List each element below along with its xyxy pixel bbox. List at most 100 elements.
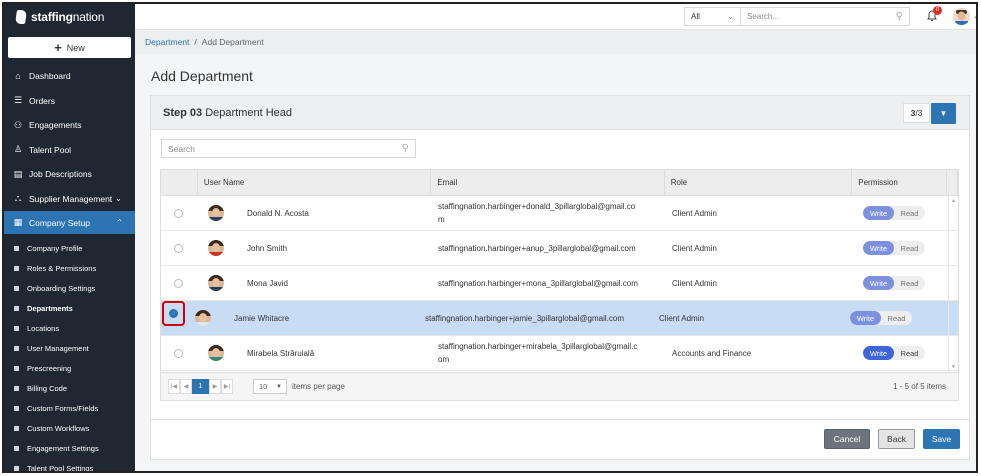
permission-toggle[interactable]: Write Read xyxy=(863,206,925,220)
search-scope-select[interactable]: All ⌄ xyxy=(685,8,741,25)
column-header-user-name[interactable]: User Name xyxy=(198,170,432,195)
permission-toggle[interactable]: Write Read xyxy=(863,276,925,290)
sidebar-item-orders[interactable]: ☰ Orders xyxy=(4,89,135,114)
user-name: Donald N. Acosta xyxy=(247,208,309,218)
next-page-icon[interactable]: ▶ xyxy=(209,379,221,394)
bullet-icon xyxy=(14,325,19,331)
permission-toggle[interactable]: Write Read xyxy=(863,241,925,255)
avatar-face xyxy=(212,243,220,252)
sidebar-item-dashboard[interactable]: ⌂ Dashboard xyxy=(4,64,135,89)
chevron-down-icon: ⌄ xyxy=(727,12,734,21)
search-icon[interactable]: ⚲ xyxy=(402,143,409,154)
grid-body: Donald N. Acosta staffingnation.harbinge… xyxy=(161,196,958,371)
submenu-item-user-management[interactable]: User Management xyxy=(4,338,135,358)
row-radio-button[interactable] xyxy=(174,243,183,253)
write-option[interactable]: Write xyxy=(863,241,894,255)
table-row[interactable]: Jamie Whitacre staffingnation.harbinger+… xyxy=(161,301,958,336)
table-row[interactable]: Mona Javid staffingnation.harbinger+mona… xyxy=(161,266,958,301)
step-title: Step 03 Department Head xyxy=(163,107,292,119)
read-option[interactable]: Read xyxy=(881,311,912,325)
profile-avatar[interactable] xyxy=(953,8,970,25)
breadcrumb: Department / Add Department xyxy=(135,30,976,54)
table-row[interactable]: Mirabela Străruială staffingnation.harbi… xyxy=(161,336,958,371)
column-header-email[interactable]: Email xyxy=(431,170,665,195)
submenu-item-engagement-settings[interactable]: Engagement Settings xyxy=(4,438,135,458)
column-header-role[interactable]: Role xyxy=(665,170,853,195)
sidebar-item-talent-pool[interactable]: ♙ Talent Pool xyxy=(4,138,135,163)
row-radio-button[interactable] xyxy=(169,309,178,318)
user-name-cell: John Smith xyxy=(198,231,432,265)
search-icon[interactable]: ⚲ xyxy=(896,11,903,22)
write-option[interactable]: Write xyxy=(863,206,894,220)
submenu-item-locations[interactable]: Locations xyxy=(4,318,135,338)
breadcrumb-department-link[interactable]: Department xyxy=(145,37,189,47)
write-option[interactable]: Write xyxy=(863,346,894,360)
scroll-down-icon[interactable]: ▼ xyxy=(951,364,956,370)
bullet-icon xyxy=(14,445,19,451)
brand-name: staffingnation xyxy=(31,10,105,24)
bullet-icon xyxy=(14,265,19,271)
step-counter: 3/3 xyxy=(903,103,930,123)
submenu-item-custom-forms[interactable]: Custom Forms/Fields xyxy=(4,398,135,418)
last-page-icon[interactable]: ▶| xyxy=(221,379,233,394)
bullet-icon xyxy=(14,245,19,251)
read-option[interactable]: Read xyxy=(894,206,925,220)
avatar-face xyxy=(212,208,220,217)
write-option[interactable]: Write xyxy=(850,311,881,325)
new-button[interactable]: + New xyxy=(8,37,131,58)
submenu-item-talent-pool-settings[interactable]: Talent Pool Settings xyxy=(4,458,135,471)
first-page-icon[interactable]: |◀ xyxy=(168,379,180,394)
save-button[interactable]: Save xyxy=(923,429,960,449)
submenu-item-departments[interactable]: Departments xyxy=(4,298,135,318)
sidebar-item-job-descriptions[interactable]: ▤ Job Descriptions xyxy=(4,162,135,187)
table-row[interactable]: John Smith staffingnation.harbinger+anup… xyxy=(161,231,958,266)
submenu-item-roles-permissions[interactable]: Roles & Permissions xyxy=(4,258,135,278)
submenu-item-prescreening[interactable]: Prescreening xyxy=(4,358,135,378)
brand-logo[interactable]: staffingnation xyxy=(4,4,135,30)
step-dropdown-button[interactable]: ▼ xyxy=(931,103,956,124)
bullet-icon xyxy=(14,305,19,311)
read-option[interactable]: Read xyxy=(894,276,925,290)
write-option[interactable]: Write xyxy=(863,276,894,290)
prev-page-icon[interactable]: ◀ xyxy=(180,379,192,394)
scroll-up-icon[interactable]: ▲ xyxy=(951,198,956,204)
permission-toggle[interactable]: Write Read xyxy=(850,311,912,325)
role-cell: Accounts and Finance xyxy=(672,348,752,358)
submenu-item-billing-code[interactable]: Billing Code xyxy=(4,378,135,398)
user-name: Mona Javid xyxy=(247,278,288,288)
global-search-input[interactable]: Search... xyxy=(741,12,896,21)
page-size-select[interactable]: 10 ▼ xyxy=(253,379,287,394)
sidebar-item-engagements[interactable]: ⚇ Engagements xyxy=(4,113,135,138)
submenu-item-company-profile[interactable]: Company Profile xyxy=(4,238,135,258)
bullet-icon xyxy=(14,345,19,351)
grid-vertical-scrollbar[interactable]: ▲ ▼ xyxy=(948,196,958,372)
search-scope-value: All xyxy=(691,12,700,21)
row-select-cell xyxy=(161,266,198,300)
permission-cell: Write Read xyxy=(854,266,949,300)
profile-menu-chevron-icon[interactable]: ⌄ xyxy=(973,12,976,20)
submenu-item-label: Custom Forms/Fields xyxy=(27,403,99,413)
submenu-item-onboarding-settings[interactable]: Onboarding Settings xyxy=(4,278,135,298)
bullet-icon xyxy=(14,465,19,471)
table-row[interactable]: Donald N. Acosta staffingnation.harbinge… xyxy=(161,196,958,231)
page-title: Add Department xyxy=(151,68,253,84)
row-radio-button[interactable] xyxy=(174,348,183,358)
back-button[interactable]: Back xyxy=(878,429,915,449)
logo-mark-icon xyxy=(15,10,27,24)
row-radio-button[interactable] xyxy=(174,278,183,288)
user-name-cell: Jamie Whitacre xyxy=(185,301,419,335)
submenu-item-label: Engagement Settings xyxy=(27,443,99,453)
row-radio-button[interactable] xyxy=(174,208,183,218)
column-header-permission[interactable]: Permission xyxy=(852,170,948,195)
page-number-button[interactable]: 1 xyxy=(192,379,209,394)
cancel-button[interactable]: Cancel xyxy=(824,429,870,449)
sidebar-item-company-setup[interactable]: ▦ Company Setup ⌃ xyxy=(4,211,135,234)
sidebar-item-supplier-management[interactable]: ⛬ Supplier Management ⌄ xyxy=(4,187,135,212)
read-option[interactable]: Read xyxy=(894,241,925,255)
grid-search-input[interactable]: Search ⚲ xyxy=(161,139,416,158)
read-option[interactable]: Read xyxy=(894,346,925,360)
step-total: /3 xyxy=(915,108,923,118)
avatar xyxy=(208,275,224,291)
submenu-item-custom-workflows[interactable]: Custom Workflows xyxy=(4,418,135,438)
permission-toggle[interactable]: Write Read xyxy=(863,346,925,360)
